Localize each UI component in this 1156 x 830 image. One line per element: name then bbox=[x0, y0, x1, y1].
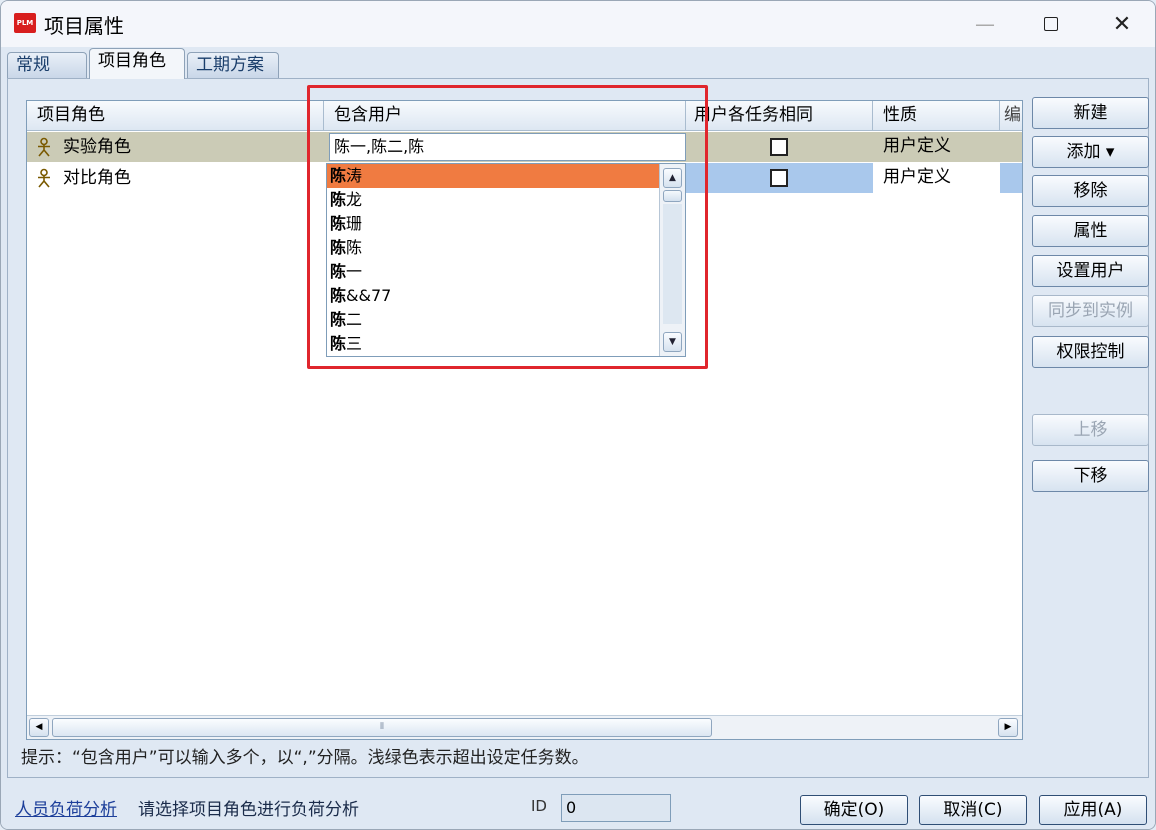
id-field[interactable]: 0 bbox=[561, 794, 671, 822]
workload-analysis-link[interactable]: 人员负荷分析 bbox=[15, 795, 117, 820]
title-bar: PLM 项目属性 — ✕ bbox=[1, 1, 1155, 47]
nature-cell: 用户定义 bbox=[883, 167, 951, 187]
add-button[interactable]: 添加 ▾ bbox=[1032, 136, 1149, 168]
id-label: ID bbox=[531, 797, 547, 815]
horizontal-scrollbar[interactable]: ◀ ⦀ ▶ bbox=[27, 715, 1022, 739]
match-prefix: 陈 bbox=[330, 190, 347, 209]
truncated-cell bbox=[1000, 163, 1022, 193]
suggestion-rest: 龙 bbox=[346, 190, 363, 209]
suggestion-rest: 一 bbox=[346, 262, 363, 281]
close-button[interactable]: ✕ bbox=[1094, 1, 1150, 47]
user-autocomplete-dropdown[interactable]: 陈涛 陈龙 陈珊 陈陈 陈一 陈&&77 陈二 陈三 ▲ ▼ bbox=[326, 163, 686, 357]
same-per-task-checkbox[interactable] bbox=[770, 138, 788, 156]
tab-schedule-plan[interactable]: 工期方案 bbox=[187, 52, 279, 78]
match-prefix: 陈 bbox=[330, 334, 347, 353]
user-suggestion-item[interactable]: 陈&&77 bbox=[327, 284, 660, 308]
project-roles-panel: 项目角色 包含用户 用户各任务相同 性质 编 实验角色 用户定义 对比角色 用户… bbox=[7, 78, 1149, 778]
role-name: 实验角色 bbox=[63, 136, 131, 157]
tab-project-roles[interactable]: 项目角色 bbox=[89, 48, 185, 79]
person-icon bbox=[38, 137, 50, 157]
properties-button[interactable]: 属性 bbox=[1032, 215, 1149, 247]
role-cell[interactable]: 实验角色 bbox=[27, 132, 324, 162]
dialog-footer: 人员负荷分析 请选择项目角色进行负荷分析 ID 0 确定(O) 取消(C) 应用… bbox=[1, 781, 1155, 829]
cancel-button[interactable]: 取消(C) bbox=[919, 795, 1027, 825]
workload-analysis-hint: 请选择项目角色进行负荷分析 bbox=[138, 800, 359, 820]
column-header-truncated[interactable]: 编 bbox=[1000, 101, 1022, 131]
user-suggestion-item[interactable]: 陈三 bbox=[327, 332, 660, 356]
tab-general[interactable]: 常规 bbox=[7, 52, 87, 78]
match-prefix: 陈 bbox=[330, 166, 347, 185]
column-header-same-per-task[interactable]: 用户各任务相同 bbox=[686, 101, 873, 131]
horizontal-scroll-thumb[interactable]: ⦀ bbox=[52, 718, 712, 737]
same-per-task-checkbox[interactable] bbox=[770, 169, 788, 187]
user-suggestion-item[interactable]: 陈二 bbox=[327, 308, 660, 332]
user-suggestion-item[interactable]: 陈珊 bbox=[327, 212, 660, 236]
scroll-down-button[interactable]: ▼ bbox=[663, 332, 682, 352]
window-title: 项目属性 bbox=[44, 14, 124, 38]
new-button[interactable]: 新建 bbox=[1032, 97, 1149, 129]
hint-text: 提示：“包含用户”可以输入多个，以“,”分隔。浅绿色表示超出设定任务数。 bbox=[21, 748, 589, 768]
scroll-thumb[interactable] bbox=[663, 190, 682, 202]
suggestion-rest: 三 bbox=[346, 334, 363, 353]
person-icon bbox=[38, 168, 50, 188]
project-properties-window: PLM 项目属性 — ✕ 常规 项目角色 工期方案 项目角色 包含用户 用户各任… bbox=[0, 0, 1156, 830]
move-down-button[interactable]: 下移 bbox=[1032, 460, 1149, 492]
match-prefix: 陈 bbox=[330, 310, 347, 329]
dropdown-scrollbar[interactable]: ▲ ▼ bbox=[659, 164, 685, 356]
column-header-role[interactable]: 项目角色 bbox=[27, 101, 324, 131]
suggestion-rest: 涛 bbox=[346, 166, 363, 185]
apply-button[interactable]: 应用(A) bbox=[1039, 795, 1147, 825]
permission-control-button[interactable]: 权限控制 bbox=[1032, 336, 1149, 368]
user-suggestion-list: 陈涛 陈龙 陈珊 陈陈 陈一 陈&&77 陈二 陈三 bbox=[327, 164, 660, 356]
sync-to-instance-button[interactable]: 同步到实例 bbox=[1032, 295, 1149, 327]
suggestion-rest: 二 bbox=[346, 310, 363, 329]
suggestion-rest: 珊 bbox=[346, 214, 363, 233]
ok-button[interactable]: 确定(O) bbox=[800, 795, 908, 825]
role-cell[interactable]: 对比角色 bbox=[27, 163, 324, 193]
suggestion-rest: 陈 bbox=[346, 238, 363, 257]
match-prefix: 陈 bbox=[330, 286, 347, 305]
remove-button[interactable]: 移除 bbox=[1032, 175, 1149, 207]
user-suggestion-item[interactable]: 陈涛 bbox=[327, 164, 660, 188]
suggestion-rest: &&77 bbox=[346, 286, 392, 305]
match-prefix: 陈 bbox=[330, 262, 347, 281]
scroll-right-button[interactable]: ▶ bbox=[998, 718, 1018, 737]
user-suggestion-item[interactable]: 陈一 bbox=[327, 260, 660, 284]
user-suggestion-item[interactable]: 陈陈 bbox=[327, 236, 660, 260]
scroll-track[interactable] bbox=[663, 204, 682, 324]
plm-app-icon: PLM bbox=[14, 13, 36, 33]
column-header-nature[interactable]: 性质 bbox=[873, 101, 1000, 131]
user-suggestion-item[interactable]: 陈龙 bbox=[327, 188, 660, 212]
set-users-button[interactable]: 设置用户 bbox=[1032, 255, 1149, 287]
same-per-task-cell bbox=[686, 132, 873, 162]
move-up-button[interactable]: 上移 bbox=[1032, 414, 1149, 446]
role-name: 对比角色 bbox=[63, 167, 131, 188]
roles-grid[interactable]: 项目角色 包含用户 用户各任务相同 性质 编 实验角色 用户定义 对比角色 用户… bbox=[26, 100, 1023, 740]
match-prefix: 陈 bbox=[330, 238, 347, 257]
grid-header: 项目角色 包含用户 用户各任务相同 性质 编 bbox=[27, 101, 1022, 131]
nature-cell: 用户定义 bbox=[883, 136, 951, 156]
included-users-input[interactable]: 陈一,陈二,陈 bbox=[329, 133, 686, 161]
match-prefix: 陈 bbox=[330, 214, 347, 233]
scroll-up-button[interactable]: ▲ bbox=[663, 168, 682, 188]
minimize-button[interactable]: — bbox=[957, 1, 1013, 47]
same-per-task-cell bbox=[686, 163, 873, 193]
maximize-icon bbox=[1044, 17, 1058, 31]
column-header-users[interactable]: 包含用户 bbox=[324, 101, 686, 131]
scroll-left-button[interactable]: ◀ bbox=[29, 718, 49, 737]
maximize-button[interactable] bbox=[1023, 1, 1079, 47]
